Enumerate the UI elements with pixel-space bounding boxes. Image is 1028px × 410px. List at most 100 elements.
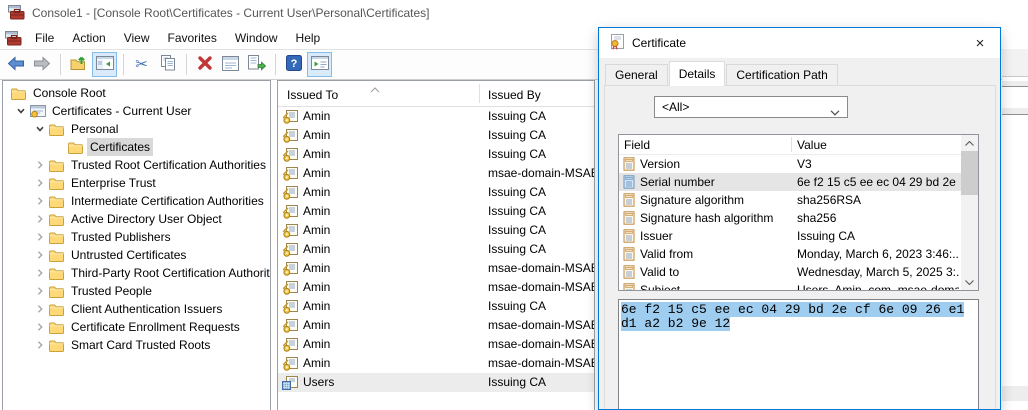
- copy-button[interactable]: [155, 52, 180, 77]
- field-row[interactable]: SubjectUsers, Amin, com, msae-domain: [619, 281, 961, 290]
- cut-button[interactable]: ✂: [129, 52, 154, 77]
- tree-item-personal[interactable]: Personal: [3, 120, 270, 138]
- table-row[interactable]: Aminmsae-domain-MSAE: [278, 316, 594, 335]
- table-row[interactable]: AminIssuing CA: [278, 107, 594, 126]
- tree-item-certificates-current-user[interactable]: Certificates - Current User: [3, 102, 270, 120]
- table-row[interactable]: AminIssuing CA: [278, 240, 594, 259]
- field-row[interactable]: Serial number6e f2 15 c5 ee ec 04 29 bd …: [619, 173, 961, 191]
- table-row[interactable]: Aminmsae-domain-MSAE: [278, 164, 594, 183]
- issued-to-cell: Amin: [303, 145, 330, 164]
- field-row[interactable]: Valid toWednesday, March 5, 2025 3:...: [619, 263, 961, 281]
- up-one-level-button[interactable]: [66, 52, 91, 77]
- chevron-collapsed-icon[interactable]: [30, 210, 49, 228]
- forward-button[interactable]: [29, 52, 54, 77]
- tree-item-client-authentication-issuers[interactable]: Client Authentication Issuers: [3, 300, 270, 318]
- field-row[interactable]: Signature hash algorithmsha256: [619, 209, 961, 227]
- chevron-collapsed-icon[interactable]: [30, 246, 49, 264]
- chevron-collapsed-icon[interactable]: [30, 228, 49, 246]
- issued-by-cell: Issuing CA: [488, 202, 594, 221]
- field-name-cell: Valid from: [640, 245, 790, 263]
- chevron-collapsed-icon[interactable]: [30, 192, 49, 210]
- tree-item-enterprise-trust[interactable]: Enterprise Trust: [3, 174, 270, 192]
- issued-by-cell: msae-domain-MSAE: [488, 335, 594, 354]
- delete-button[interactable]: [192, 52, 217, 77]
- tree-item-third-party-root-certification-authorities[interactable]: Third-Party Root Certification Authoriti…: [3, 264, 270, 282]
- tree-item-trusted-people[interactable]: Trusted People: [3, 282, 270, 300]
- scrollbar[interactable]: [961, 135, 978, 290]
- tree-item-label: Client Authentication Issuers: [68, 300, 225, 318]
- field-row[interactable]: Valid fromMonday, March 6, 2023 3:46:...: [619, 245, 961, 263]
- tree-item-label: Untrusted Certificates: [68, 246, 189, 264]
- menu-item-help[interactable]: Help: [287, 27, 330, 49]
- chevron-collapsed-icon[interactable]: [30, 174, 49, 192]
- tab-general[interactable]: General: [605, 64, 668, 86]
- table-row[interactable]: Aminmsae-domain-MSAE: [278, 278, 594, 297]
- serial-number-hex-view[interactable]: 6e f2 15 c5 ee ec 04 29 bd 2e cf 6e 09 2…: [618, 299, 979, 410]
- tree-item-trusted-publishers[interactable]: Trusted Publishers: [3, 228, 270, 246]
- tab-certification-path[interactable]: Certification Path: [726, 64, 837, 86]
- column-divider[interactable]: [479, 84, 480, 103]
- tree-item-active-directory-user-object[interactable]: Active Directory User Object: [3, 210, 270, 228]
- chevron-collapsed-icon[interactable]: [30, 282, 49, 300]
- issued-by-cell: msae-domain-MSAE: [488, 259, 594, 278]
- issued-by-cell: Issuing CA: [488, 373, 594, 392]
- table-row[interactable]: Aminmsae-domain-MSAE: [278, 259, 594, 278]
- mmc-app-icon[interactable]: [5, 30, 22, 46]
- field-row[interactable]: VersionV3: [619, 155, 961, 173]
- column-header-field[interactable]: Field: [624, 138, 650, 152]
- chevron-expanded-icon[interactable]: [30, 120, 49, 138]
- show-console-tree-button[interactable]: [92, 52, 117, 77]
- column-divider[interactable]: [791, 137, 792, 152]
- tree-item-untrusted-certificates[interactable]: Untrusted Certificates: [3, 246, 270, 264]
- menu-item-window[interactable]: Window: [226, 27, 287, 49]
- table-row[interactable]: AminIssuing CA: [278, 297, 594, 316]
- menu-item-favorites[interactable]: Favorites: [159, 27, 226, 49]
- list-header: Issued To Issued By: [278, 81, 594, 107]
- tree-item-trusted-root-certification-authorities[interactable]: Trusted Root Certification Authorities: [3, 156, 270, 174]
- table-row[interactable]: Aminmsae-domain-MSAE: [278, 335, 594, 354]
- issued-by-cell: msae-domain-MSAE: [488, 316, 594, 335]
- field-row[interactable]: Signature algorithmsha256RSA: [619, 191, 961, 209]
- folder-icon: [49, 282, 68, 300]
- scroll-up-icon[interactable]: [961, 135, 978, 151]
- table-row[interactable]: AminIssuing CA: [278, 145, 594, 164]
- table-row[interactable]: AminIssuing CA: [278, 221, 594, 240]
- back-button[interactable]: [3, 52, 28, 77]
- show-dropdown-value: <All>: [662, 100, 689, 114]
- column-header-value[interactable]: Value: [797, 138, 827, 152]
- properties-button[interactable]: [218, 52, 243, 77]
- column-header-issued-to[interactable]: Issued To: [287, 88, 338, 102]
- table-row[interactable]: Aminmsae-domain-MSAE: [278, 354, 594, 373]
- tree-item-certificate-enrollment-requests[interactable]: Certificate Enrollment Requests: [3, 318, 270, 336]
- show-action-pane-button[interactable]: [307, 52, 332, 77]
- close-icon[interactable]: ×: [968, 32, 992, 54]
- table-row[interactable]: AminIssuing CA: [278, 202, 594, 221]
- help-button[interactable]: ?: [281, 52, 306, 77]
- chevron-collapsed-icon[interactable]: [30, 300, 49, 318]
- tree-item-label: Console Root: [30, 84, 109, 102]
- scrollbar-thumb[interactable]: [961, 151, 978, 195]
- menu-item-view[interactable]: View: [115, 27, 159, 49]
- table-row[interactable]: UsersIssuing CA: [278, 373, 594, 392]
- table-row[interactable]: AminIssuing CA: [278, 183, 594, 202]
- tree-item-console-root[interactable]: Console Root: [3, 84, 270, 102]
- certificate-fields-list: Field Value VersionV3Serial number6e f2 …: [618, 134, 979, 291]
- column-header-issued-by[interactable]: Issued By: [488, 88, 541, 102]
- menu-item-file[interactable]: File: [26, 27, 63, 49]
- chevron-collapsed-icon[interactable]: [30, 336, 49, 354]
- menu-item-action[interactable]: Action: [63, 27, 114, 49]
- chevron-collapsed-icon[interactable]: [30, 318, 49, 336]
- field-row[interactable]: IssuerIssuing CA: [619, 227, 961, 245]
- show-dropdown[interactable]: <All>: [654, 96, 848, 118]
- scroll-down-icon[interactable]: [961, 274, 978, 290]
- chevron-collapsed-icon[interactable]: [30, 264, 49, 282]
- chevron-expanded-icon[interactable]: [11, 102, 30, 120]
- export-list-button[interactable]: [244, 52, 269, 77]
- tree-item-smart-card-trusted-roots[interactable]: Smart Card Trusted Roots: [3, 336, 270, 354]
- table-row[interactable]: AminIssuing CA: [278, 126, 594, 145]
- tab-details[interactable]: Details: [669, 61, 726, 86]
- tree-item-certificates[interactable]: Certificates: [3, 138, 270, 156]
- chevron-collapsed-icon[interactable]: [30, 156, 49, 174]
- tree-item-intermediate-certification-authorities[interactable]: Intermediate Certification Authorities: [3, 192, 270, 210]
- field-value-cell: V3: [797, 155, 959, 173]
